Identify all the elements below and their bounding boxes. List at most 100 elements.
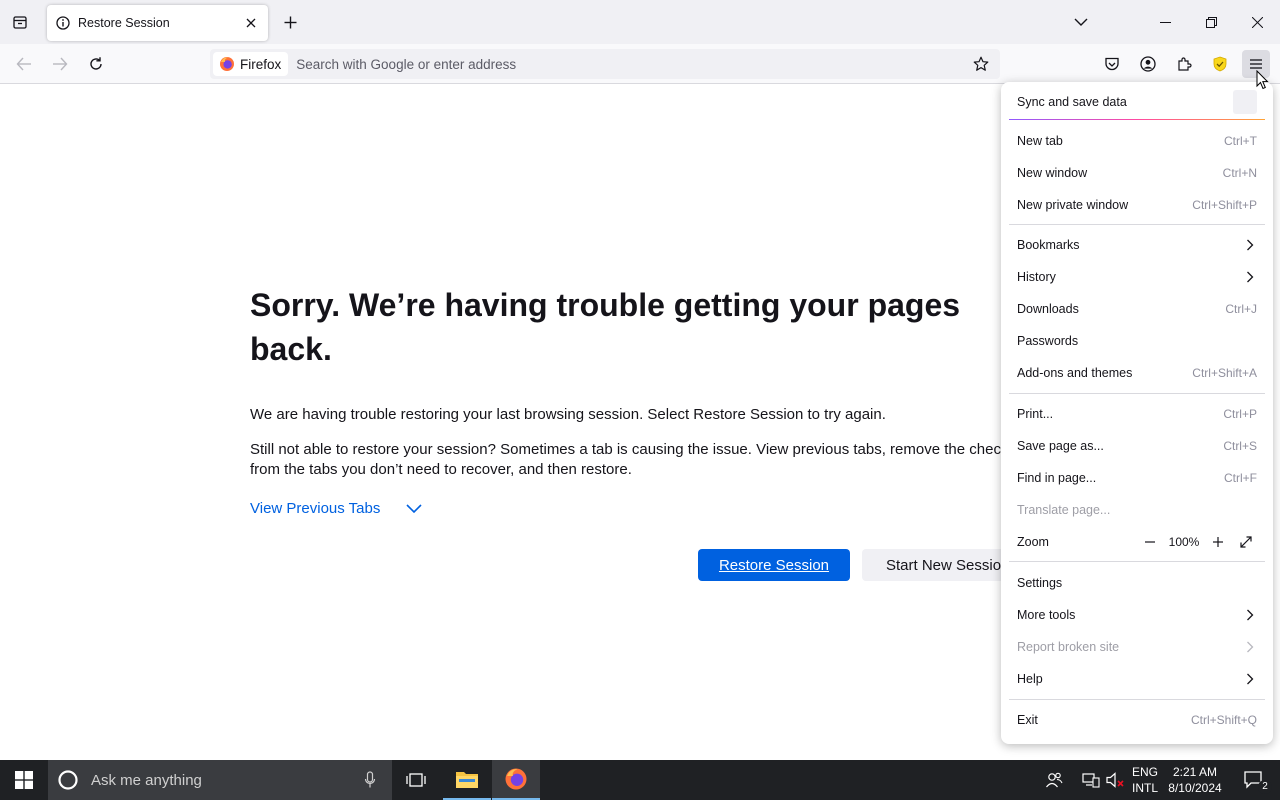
error-help-line-1: Still not able to restore your session? … bbox=[250, 441, 1021, 458]
chevron-down-icon bbox=[1074, 18, 1088, 26]
menu-item-add-ons-and-themes[interactable]: Add-ons and themes Ctrl+Shift+A bbox=[1017, 359, 1257, 387]
list-all-tabs-button[interactable] bbox=[1058, 0, 1104, 44]
error-help-line-2: from the tabs you don’t need to recover,… bbox=[250, 461, 632, 478]
taskbar-search-box[interactable]: Ask me anything bbox=[48, 760, 392, 800]
restore-window-icon bbox=[1205, 16, 1217, 28]
tab-strip: Restore Session bbox=[0, 0, 1280, 44]
task-view-button[interactable] bbox=[392, 760, 440, 800]
menu-item-new-tab[interactable]: New tab Ctrl+T bbox=[1017, 127, 1257, 155]
menu-item-settings[interactable]: Settings bbox=[1017, 569, 1257, 597]
mouse-cursor-icon bbox=[1256, 70, 1269, 90]
restore-session-button[interactable]: Restore Session bbox=[698, 549, 850, 581]
extension-shield-button[interactable] bbox=[1206, 50, 1234, 78]
minimize-icon bbox=[1159, 21, 1171, 23]
clock[interactable]: 2:21 AM 8/10/2024 bbox=[1166, 764, 1224, 796]
menu-item-shortcut: Ctrl+J bbox=[1225, 302, 1257, 316]
menu-item-zoom: Zoom 100% bbox=[1017, 528, 1257, 556]
arrow-right-icon bbox=[53, 57, 68, 71]
extensions-button[interactable] bbox=[1170, 50, 1198, 78]
network-tray-button[interactable] bbox=[1078, 760, 1104, 800]
menu-item-help[interactable]: Help bbox=[1017, 665, 1257, 693]
file-explorer-taskbar-button[interactable] bbox=[443, 760, 491, 800]
address-input[interactable]: Search with Google or enter address bbox=[296, 57, 968, 72]
folder-icon bbox=[456, 772, 478, 788]
view-previous-tabs-toggle[interactable]: View Previous Tabs bbox=[250, 500, 422, 517]
view-previous-tabs-label: View Previous Tabs bbox=[250, 500, 381, 517]
minimize-button[interactable] bbox=[1142, 0, 1188, 44]
menu-item-label: Passwords bbox=[1017, 334, 1079, 348]
new-tab-button[interactable] bbox=[277, 8, 303, 36]
reload-icon bbox=[90, 57, 102, 70]
menu-item-passwords[interactable]: Passwords bbox=[1017, 327, 1257, 355]
chevron-right-icon bbox=[1243, 672, 1257, 686]
restore-window-button[interactable] bbox=[1188, 0, 1234, 44]
menu-item-shortcut: Ctrl+T bbox=[1224, 134, 1257, 148]
close-icon bbox=[1251, 16, 1263, 28]
identity-box[interactable]: Firefox bbox=[213, 52, 289, 76]
menu-item-label: New window bbox=[1017, 166, 1088, 180]
minus-icon bbox=[1145, 541, 1155, 543]
microphone-icon[interactable] bbox=[364, 771, 376, 789]
divider bbox=[1009, 699, 1265, 700]
forward-button[interactable] bbox=[46, 50, 74, 78]
menu-item-more-tools[interactable]: More tools bbox=[1017, 601, 1257, 629]
menu-item-label: New tab bbox=[1017, 134, 1063, 148]
back-button[interactable] bbox=[10, 50, 38, 78]
menu-item-label: New private window bbox=[1017, 198, 1129, 212]
firefox-taskbar-button[interactable] bbox=[492, 760, 540, 800]
menu-item-new-private-window[interactable]: New private window Ctrl+Shift+P bbox=[1017, 191, 1257, 219]
menu-item-history[interactable]: History bbox=[1017, 263, 1257, 291]
menu-item-label: Sync and save data bbox=[1017, 95, 1127, 109]
input-language-indicator[interactable]: ENG INTL bbox=[1130, 764, 1160, 796]
address-bar[interactable]: Firefox Search with Google or enter addr… bbox=[210, 49, 1000, 79]
keyboard-layout: INTL bbox=[1131, 781, 1158, 795]
menu-item-find-in-page[interactable]: Find in page... Ctrl+F bbox=[1017, 464, 1257, 492]
zoom-level[interactable]: 100% bbox=[1161, 535, 1207, 549]
menu-item-shortcut: Ctrl+Shift+P bbox=[1192, 198, 1257, 212]
task-view-icon bbox=[406, 773, 426, 787]
menu-item-shortcut: Ctrl+P bbox=[1223, 407, 1257, 421]
bookmark-star-button[interactable] bbox=[968, 51, 994, 77]
pocket-button[interactable] bbox=[1098, 50, 1126, 78]
menu-item-downloads[interactable]: Downloads Ctrl+J bbox=[1017, 295, 1257, 323]
menu-item-bookmarks[interactable]: Bookmarks bbox=[1017, 231, 1257, 259]
menu-item-exit[interactable]: Exit Ctrl+Shift+Q bbox=[1017, 706, 1257, 734]
pocket-icon bbox=[1105, 57, 1119, 70]
volume-muted-icon bbox=[1106, 772, 1124, 788]
menu-item-label: More tools bbox=[1017, 608, 1076, 622]
menu-item-print[interactable]: Print... Ctrl+P bbox=[1017, 400, 1257, 428]
start-button[interactable] bbox=[0, 760, 48, 800]
close-tab-button[interactable] bbox=[239, 11, 263, 35]
menu-item-new-window[interactable]: New window Ctrl+N bbox=[1017, 159, 1257, 187]
action-center-button[interactable]: 2 bbox=[1232, 760, 1276, 800]
zoom-in-button[interactable] bbox=[1207, 531, 1229, 553]
start-new-session-button[interactable]: Start New Session bbox=[862, 549, 1022, 581]
hamburger-menu-icon bbox=[1250, 59, 1262, 69]
notification-count-badge: 2 bbox=[1258, 780, 1272, 794]
divider bbox=[1009, 393, 1265, 394]
sync-and-save-data-item[interactable]: Sync and save data bbox=[1017, 88, 1257, 116]
fullscreen-icon bbox=[1240, 536, 1252, 548]
chevron-down-icon bbox=[406, 504, 422, 513]
arrow-left-icon bbox=[16, 57, 31, 71]
menu-item-shortcut: Ctrl+S bbox=[1223, 439, 1257, 453]
firefox-logo-icon bbox=[220, 57, 234, 71]
menu-item-label: Exit bbox=[1017, 713, 1038, 727]
reload-button[interactable] bbox=[82, 50, 110, 78]
people-button[interactable] bbox=[1032, 760, 1076, 800]
menu-item-label: Downloads bbox=[1017, 302, 1079, 316]
navigation-toolbar: Firefox Search with Google or enter addr… bbox=[0, 44, 1280, 84]
taskbar-search-placeholder: Ask me anything bbox=[91, 771, 202, 789]
clock-time: 2:21 AM bbox=[1172, 765, 1218, 779]
fullscreen-button[interactable] bbox=[1235, 531, 1257, 553]
tab-restore-session[interactable]: Restore Session bbox=[47, 5, 268, 41]
windows-logo-icon bbox=[15, 771, 33, 789]
zoom-out-button[interactable] bbox=[1139, 531, 1161, 553]
account-button[interactable] bbox=[1134, 50, 1162, 78]
menu-item-save-page-as[interactable]: Save page as... Ctrl+S bbox=[1017, 432, 1257, 460]
menu-item-label: Settings bbox=[1017, 576, 1063, 590]
firefox-view-button[interactable] bbox=[6, 8, 34, 36]
close-window-button[interactable] bbox=[1234, 0, 1280, 44]
volume-tray-button[interactable] bbox=[1104, 760, 1128, 800]
taskbar: Ask me anything ENG INTL 2:21 AM 8/10/20… bbox=[0, 760, 1280, 800]
